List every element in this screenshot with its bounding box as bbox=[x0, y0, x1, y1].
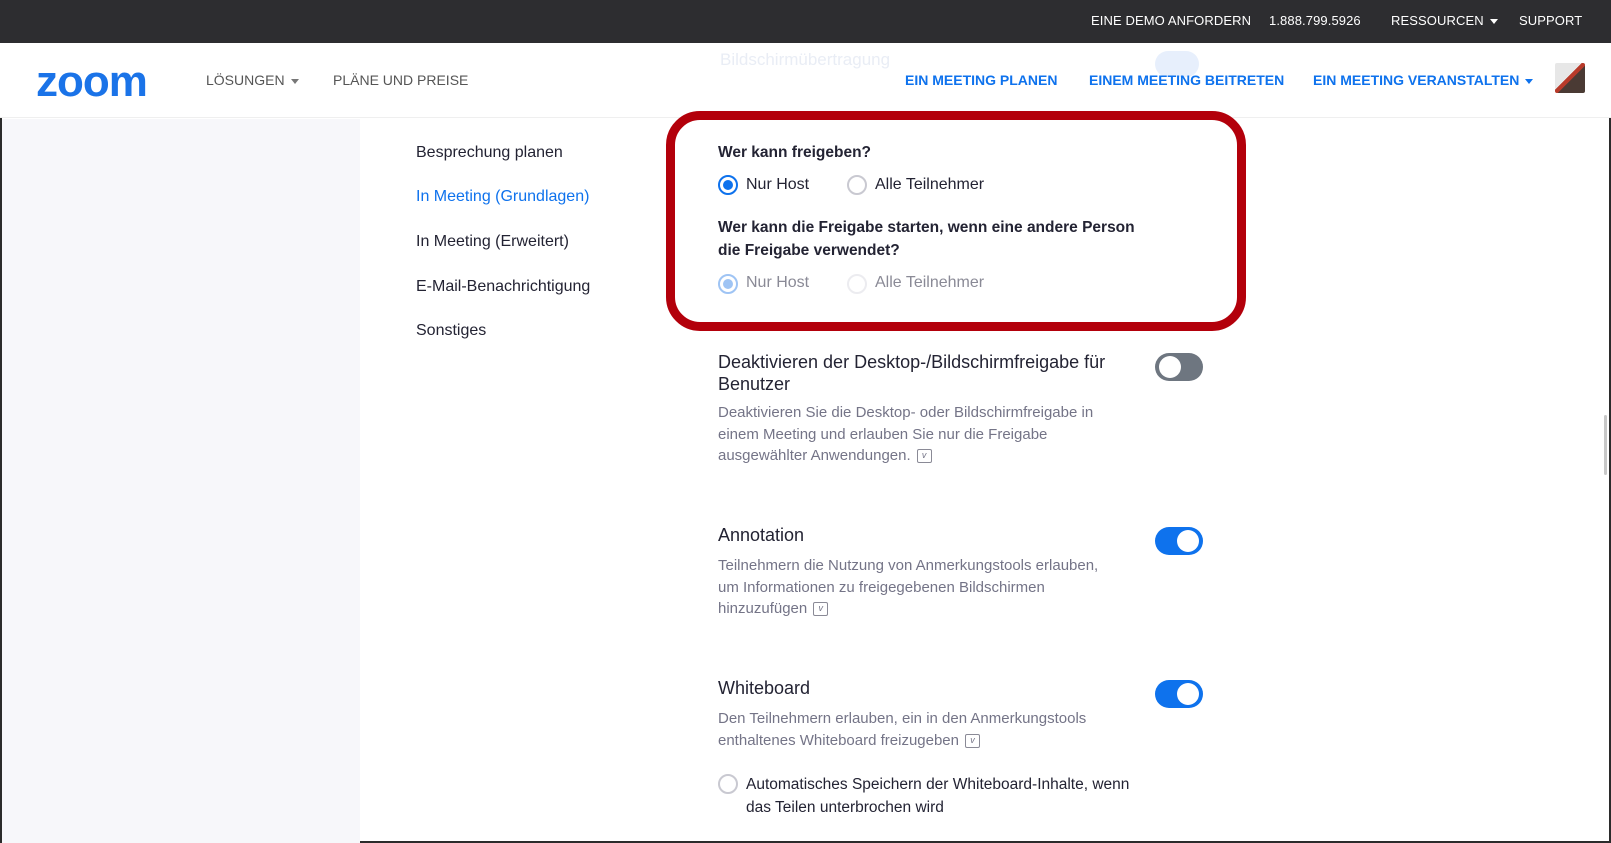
solutions-label: LÖSUNGEN bbox=[206, 72, 285, 88]
faded-setting-title: Bildschirmübertragung bbox=[720, 50, 891, 69]
sidebar-item-schedule[interactable]: Besprechung planen bbox=[416, 144, 563, 162]
annotation-title: Annotation bbox=[718, 525, 805, 545]
resources-label: RESSOURCEN bbox=[1391, 13, 1484, 28]
whiteboard-desc-line1: Den Teilnehmern erlauben, ein in den Anm… bbox=[718, 710, 1087, 727]
top-utility-bar: EINE DEMO ANFORDERN 1.888.799.5926 RESSO… bbox=[0, 0, 1611, 43]
annotation-desc-line1: Teilnehmern die Nutzung von Anmerkungsto… bbox=[718, 557, 1099, 574]
highlight-box bbox=[666, 111, 1246, 331]
version-info-icon[interactable]: v bbox=[965, 733, 980, 748]
zoom-logo[interactable]: zoom bbox=[36, 57, 148, 107]
disable-desktop-desc-line1: Deaktivieren Sie die Desktop- oder Bilds… bbox=[718, 404, 1094, 421]
disable-desktop-toggle[interactable] bbox=[1155, 353, 1203, 381]
annotation-desc-line3: hinzuzufügen bbox=[718, 600, 808, 617]
phone-number-link[interactable]: 1.888.799.5926 bbox=[1269, 13, 1361, 28]
toggle-knob bbox=[1177, 530, 1199, 552]
annotation-desc-line3-wrap: hinzuzufügen v bbox=[718, 598, 1098, 620]
whiteboard-desc: Den Teilnehmern erlauben, ein in den Anm… bbox=[718, 708, 1086, 751]
resources-menu[interactable]: RESSOURCEN bbox=[1391, 13, 1498, 28]
chevron-down-icon bbox=[1525, 78, 1534, 84]
avatar[interactable] bbox=[1555, 63, 1585, 93]
chevron-down-icon bbox=[290, 78, 299, 84]
disable-desktop-desc-line3-wrap: ausgewählter Anwendungen. v bbox=[718, 445, 1093, 467]
autosave-label-line2: das Teilen unterbrochen wird bbox=[746, 799, 944, 816]
disable-desktop-title-line2: Benutzer bbox=[718, 374, 791, 394]
main-header: Bildschirmübertragung zoom LÖSUNGEN PLÄN… bbox=[0, 43, 1611, 118]
solutions-menu[interactable]: LÖSUNGEN bbox=[206, 72, 299, 88]
host-meeting-label: EIN MEETING VERANSTALTEN bbox=[1313, 72, 1520, 88]
annotation-desc-line2: um Informationen zu freigegebenen Bildsc… bbox=[718, 578, 1045, 596]
sidebar-item-other[interactable]: Sonstiges bbox=[416, 322, 486, 340]
sidebar-item-email-notification[interactable]: E-Mail-Benachrichtigung bbox=[416, 278, 590, 296]
disable-desktop-title-line1: Deaktivieren der Desktop-/Bildschirmfrei… bbox=[718, 352, 1106, 372]
left-gutter bbox=[2, 119, 360, 843]
disable-desktop-desc: Deaktivieren Sie die Desktop- oder Bilds… bbox=[718, 402, 1093, 467]
whiteboard-title: Whiteboard bbox=[718, 678, 811, 698]
schedule-meeting-link[interactable]: EIN MEETING PLANEN bbox=[905, 72, 1057, 88]
whiteboard-desc-line2: enthaltenes Whiteboard freizugeben bbox=[718, 731, 959, 749]
disable-desktop-title: Deaktivieren der Desktop-/Bildschirmfrei… bbox=[718, 351, 1105, 395]
join-meeting-link[interactable]: EINEM MEETING BEITRETEN bbox=[1089, 72, 1284, 88]
toggle-knob bbox=[1177, 683, 1199, 705]
sidebar-item-in-meeting-basic[interactable]: In Meeting (Grundlagen) bbox=[416, 188, 589, 206]
chevron-down-icon bbox=[1489, 19, 1498, 25]
autosave-whiteboard-label: Automatisches Speichern der Whiteboard-I… bbox=[746, 773, 1129, 819]
plans-pricing-link[interactable]: PLÄNE UND PREISE bbox=[333, 72, 468, 88]
annotation-toggle[interactable] bbox=[1155, 527, 1203, 555]
host-meeting-menu[interactable]: EIN MEETING VERANSTALTEN bbox=[1313, 72, 1534, 88]
autosave-label-line1: Automatisches Speichern der Whiteboard-I… bbox=[746, 776, 1130, 793]
disable-desktop-desc-line3: ausgewählter Anwendungen. bbox=[718, 447, 911, 464]
sidebar-item-in-meeting-advanced[interactable]: In Meeting (Erweitert) bbox=[416, 233, 569, 251]
whiteboard-desc-line2-wrap: enthaltenes Whiteboard freizugeben v bbox=[718, 730, 1086, 752]
version-info-icon[interactable]: v bbox=[916, 449, 932, 464]
request-demo-link[interactable]: EINE DEMO ANFORDERN bbox=[1091, 13, 1251, 28]
annotation-desc: Teilnehmern die Nutzung von Anmerkungsto… bbox=[718, 555, 1098, 620]
disable-desktop-desc-line2: einem Meeting und erlauben Sie nur die F… bbox=[718, 425, 1048, 443]
whiteboard-toggle[interactable] bbox=[1155, 680, 1203, 708]
autosave-whiteboard-checkbox[interactable] bbox=[718, 774, 738, 794]
support-link[interactable]: SUPPORT bbox=[1519, 13, 1582, 28]
toggle-knob bbox=[1159, 356, 1181, 378]
version-info-icon[interactable]: v bbox=[813, 602, 829, 617]
scrollbar-thumb[interactable] bbox=[1604, 415, 1607, 475]
